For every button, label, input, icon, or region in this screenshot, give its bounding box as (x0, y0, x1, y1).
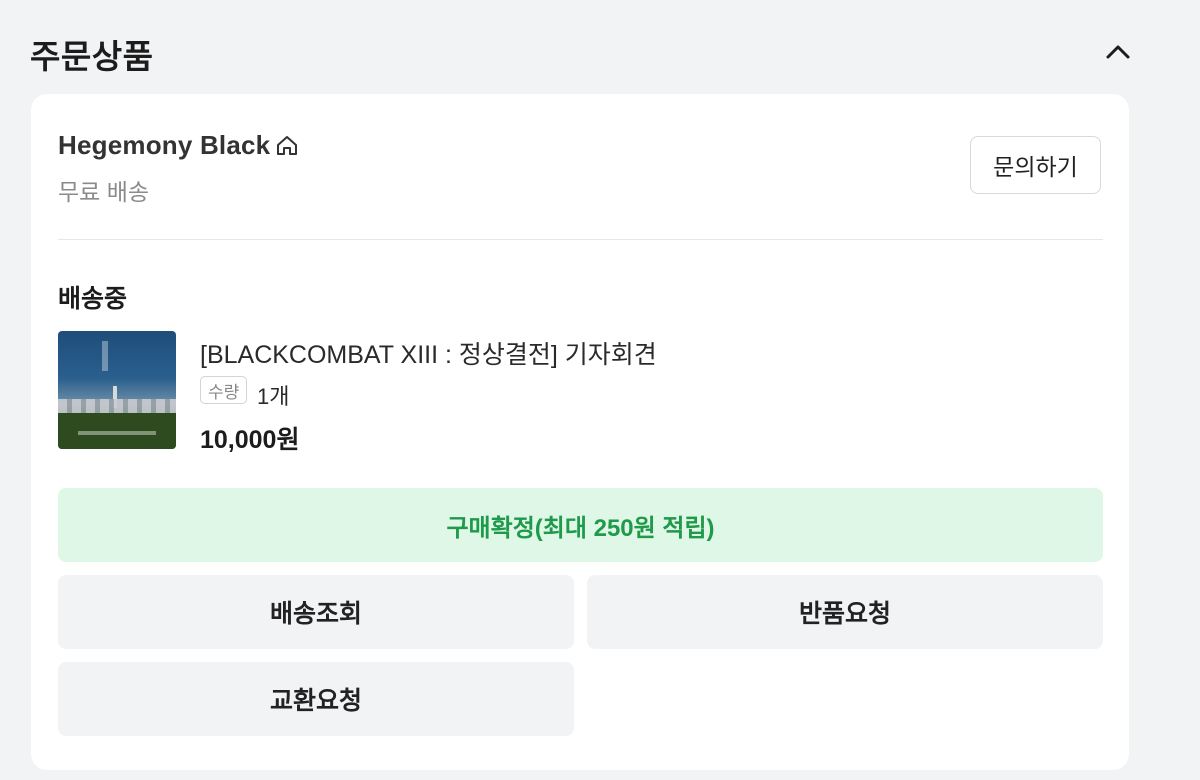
inquiry-button[interactable]: 문의하기 (970, 136, 1101, 194)
seller-name: Hegemony Black (58, 130, 271, 160)
divider (58, 239, 1103, 240)
return-request-button[interactable]: 반품요청 (587, 575, 1103, 649)
product-thumbnail[interactable] (58, 331, 176, 449)
product-name[interactable]: [BLACKCOMBAT XIII : 정상결전] 기자회견 (200, 335, 657, 371)
shipping-fee: 무료 배송 (58, 179, 150, 205)
order-items-header: 주문상품 (30, 24, 1140, 78)
section-title: 주문상품 (30, 38, 154, 75)
order-card: Hegemony Black 무료 배송 문의하기 배송중 [BLACKCOMB… (31, 94, 1129, 770)
confirm-purchase-button[interactable]: 구매확정(최대 250원 적립) (58, 488, 1103, 562)
home-icon (274, 133, 300, 159)
delivery-status: 배송중 (58, 285, 128, 313)
exchange-request-button[interactable]: 교환요청 (58, 662, 574, 736)
track-delivery-button[interactable]: 배송조회 (58, 575, 574, 649)
quantity-badge: 수량 (200, 376, 248, 404)
quantity-value: 1개 (257, 384, 290, 409)
chevron-up-icon (1106, 45, 1130, 59)
seller-name-link[interactable]: Hegemony Black (58, 130, 300, 161)
product-price: 10,000원 (200, 426, 300, 454)
collapse-button[interactable] (1102, 36, 1134, 68)
